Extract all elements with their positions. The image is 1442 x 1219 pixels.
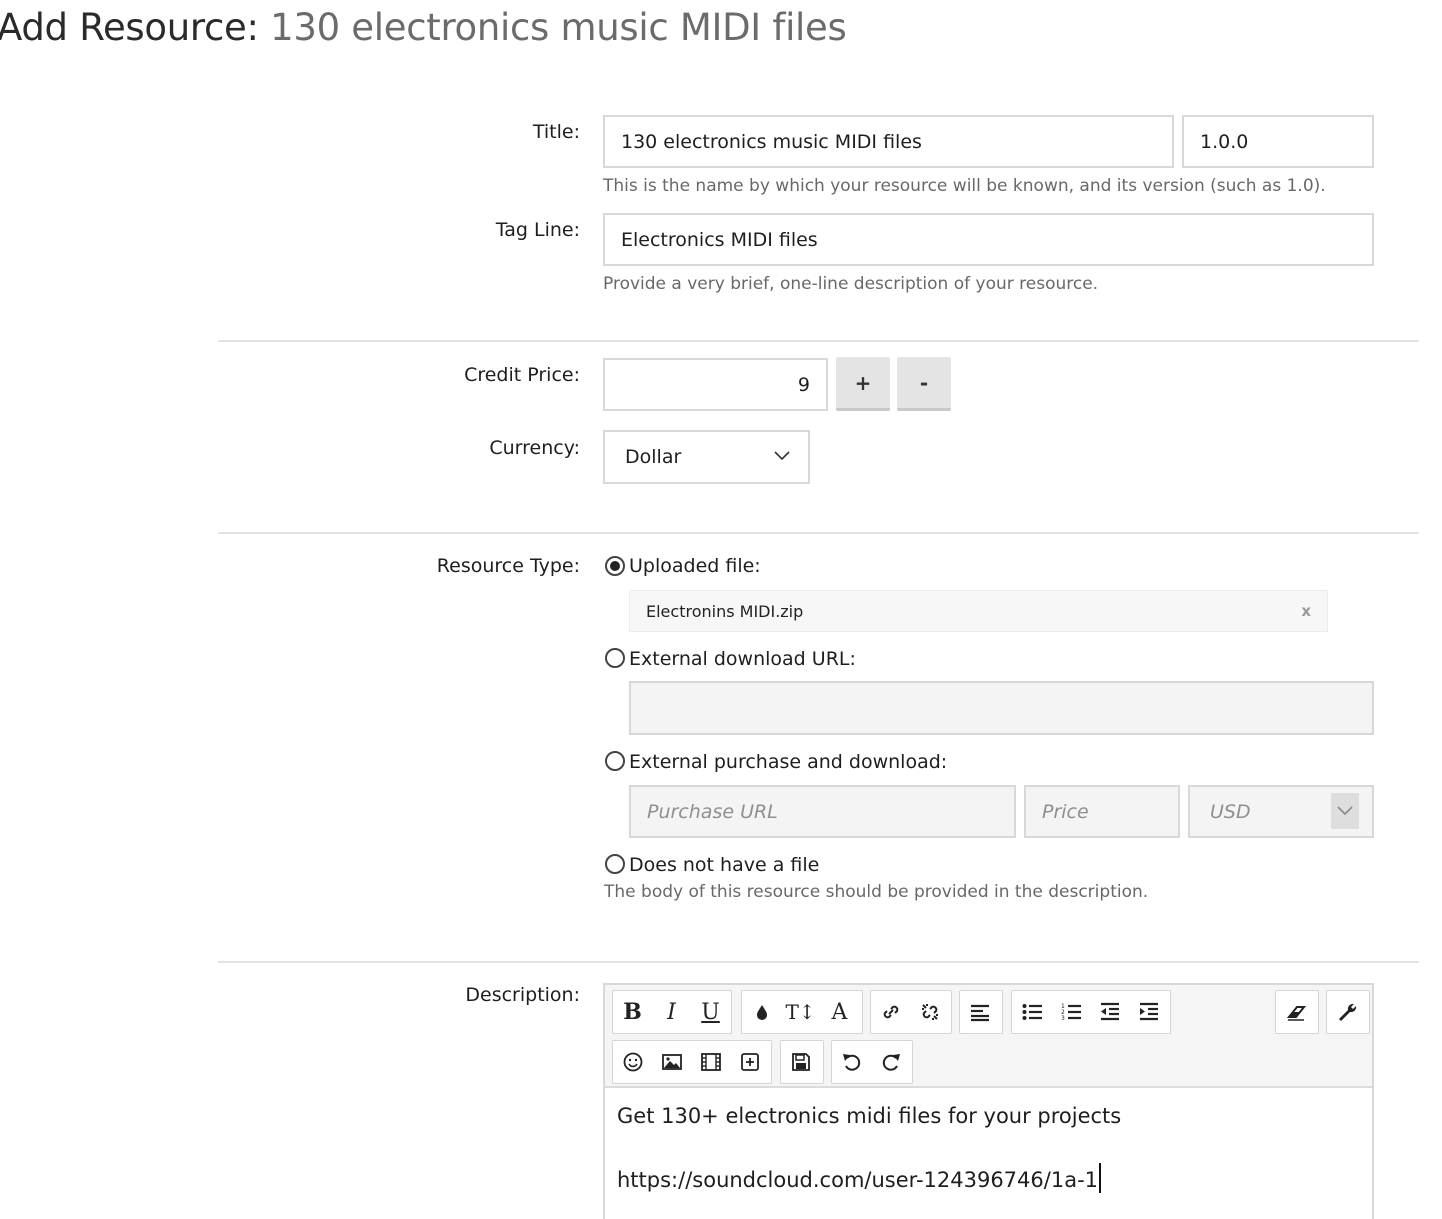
no-file-hint: The body of this resource should be prov… xyxy=(604,882,1149,902)
uploaded-file-item: Electronins MIDI.zip x xyxy=(629,590,1328,632)
image-icon[interactable] xyxy=(652,1041,691,1083)
chevron-down-icon xyxy=(1337,806,1353,816)
font-family-icon[interactable]: A xyxy=(820,991,859,1033)
radio-external-purchase[interactable] xyxy=(605,751,625,771)
purchase-currency-value: USD xyxy=(1210,800,1251,823)
radio-uploaded-file-label[interactable]: Uploaded file: xyxy=(629,555,761,577)
editor-line: https://soundcloud.com/user-124396746/1a… xyxy=(617,1168,1099,1192)
bulleted-list-icon[interactable] xyxy=(1012,991,1051,1033)
title-label: Title: xyxy=(532,121,580,143)
radio-external-purchase-label[interactable]: External purchase and download: xyxy=(629,751,947,773)
radio-external-download-url-label[interactable]: External download URL: xyxy=(629,648,856,670)
section-divider xyxy=(218,532,1419,534)
redo-icon[interactable] xyxy=(871,1041,910,1083)
page-title-resource-name: 130 electronics music MIDI files xyxy=(270,6,847,49)
editor-line-with-caret: https://soundcloud.com/user-124396746/1a… xyxy=(617,1163,1121,1196)
section-divider xyxy=(218,961,1419,963)
uploaded-file-name: Electronins MIDI.zip xyxy=(646,601,804,621)
editor-line: Get 130+ electronics midi files for your… xyxy=(617,1104,1122,1128)
currency-selected-value: Dollar xyxy=(625,446,682,468)
section-divider xyxy=(218,340,1419,342)
credit-price-decrement-button[interactable]: - xyxy=(897,357,951,411)
radio-uploaded-file[interactable] xyxy=(605,556,625,576)
indent-icon[interactable] xyxy=(1129,991,1168,1033)
tagline-hint: Provide a very brief, one-line descripti… xyxy=(603,274,1099,294)
page-title-prefix: Add Resource: xyxy=(0,6,259,49)
credit-price-label: Credit Price: xyxy=(464,364,580,386)
purchase-currency-dropdown-toggle[interactable] xyxy=(1331,793,1359,829)
save-draft-icon[interactable] xyxy=(781,1041,820,1083)
credit-price-input[interactable]: 9 xyxy=(603,358,828,411)
radio-no-file-label[interactable]: Does not have a file xyxy=(629,854,819,876)
toggle-bbcode-icon[interactable] xyxy=(1327,991,1366,1033)
link-icon[interactable] xyxy=(871,991,910,1033)
toolbar-group-remove-format xyxy=(1275,990,1319,1034)
purchase-price-input[interactable]: Price xyxy=(1024,785,1180,838)
outdent-icon[interactable] xyxy=(1090,991,1129,1033)
description-label: Description: xyxy=(465,984,580,1006)
page-title: Add Resource: 130 electronics music MIDI… xyxy=(0,6,847,49)
title-hint: This is the name by which your resource … xyxy=(603,176,1326,196)
bold-icon[interactable]: B xyxy=(613,991,652,1033)
toolbar-group-text-style: B I U xyxy=(612,990,732,1034)
toolbar-group-draft xyxy=(780,1040,824,1084)
italic-icon[interactable]: I xyxy=(652,991,691,1033)
toolbar-group-history xyxy=(831,1040,913,1084)
text-color-icon[interactable] xyxy=(742,991,781,1033)
insert-icon[interactable] xyxy=(730,1041,769,1083)
smilie-icon[interactable] xyxy=(613,1041,652,1083)
version-input[interactable]: 1.0.0 xyxy=(1182,115,1374,168)
tagline-input[interactable]: Electronics MIDI files xyxy=(603,213,1374,266)
align-left-icon[interactable] xyxy=(960,991,999,1033)
currency-label: Currency: xyxy=(489,437,580,459)
resource-type-label: Resource Type: xyxy=(436,555,580,577)
toolbar-group-font: T↕ A xyxy=(741,990,863,1034)
undo-icon[interactable] xyxy=(832,1041,871,1083)
svg-text:3: 3 xyxy=(1061,1015,1065,1022)
credit-price-increment-button[interactable]: + xyxy=(836,357,890,411)
numbered-list-icon[interactable]: 123 xyxy=(1051,991,1090,1033)
remove-file-button[interactable]: x xyxy=(1301,602,1311,620)
toolbar-group-link xyxy=(870,990,952,1034)
chevron-down-icon xyxy=(774,451,790,461)
description-editor[interactable]: B I U T↕ A 1 2 3 Get 130+ electronics mi… xyxy=(603,983,1374,1219)
radio-external-download-url[interactable] xyxy=(605,648,625,668)
unlink-icon[interactable] xyxy=(910,991,949,1033)
toolbar-group-insert xyxy=(612,1040,772,1084)
toolbar-group-bbcode xyxy=(1326,990,1370,1034)
media-icon[interactable] xyxy=(691,1041,730,1083)
underline-icon[interactable]: U xyxy=(691,991,730,1033)
toolbar-group-align xyxy=(959,990,1003,1034)
toolbar-group-lists: 123 xyxy=(1011,990,1171,1034)
external-download-url-input[interactable] xyxy=(629,681,1374,735)
tagline-label: Tag Line: xyxy=(495,219,580,241)
editor-content[interactable]: Get 130+ electronics midi files for your… xyxy=(617,1101,1121,1196)
radio-no-file[interactable] xyxy=(605,854,625,874)
title-input[interactable]: 130 electronics music MIDI files xyxy=(603,115,1174,168)
text-caret xyxy=(1099,1163,1102,1193)
font-size-icon[interactable]: T↕ xyxy=(781,991,820,1033)
editor-toolbar: B I U T↕ A 1 2 3 xyxy=(605,985,1372,1088)
remove-format-icon[interactable] xyxy=(1276,991,1315,1033)
purchase-url-input[interactable]: Purchase URL xyxy=(629,785,1016,838)
